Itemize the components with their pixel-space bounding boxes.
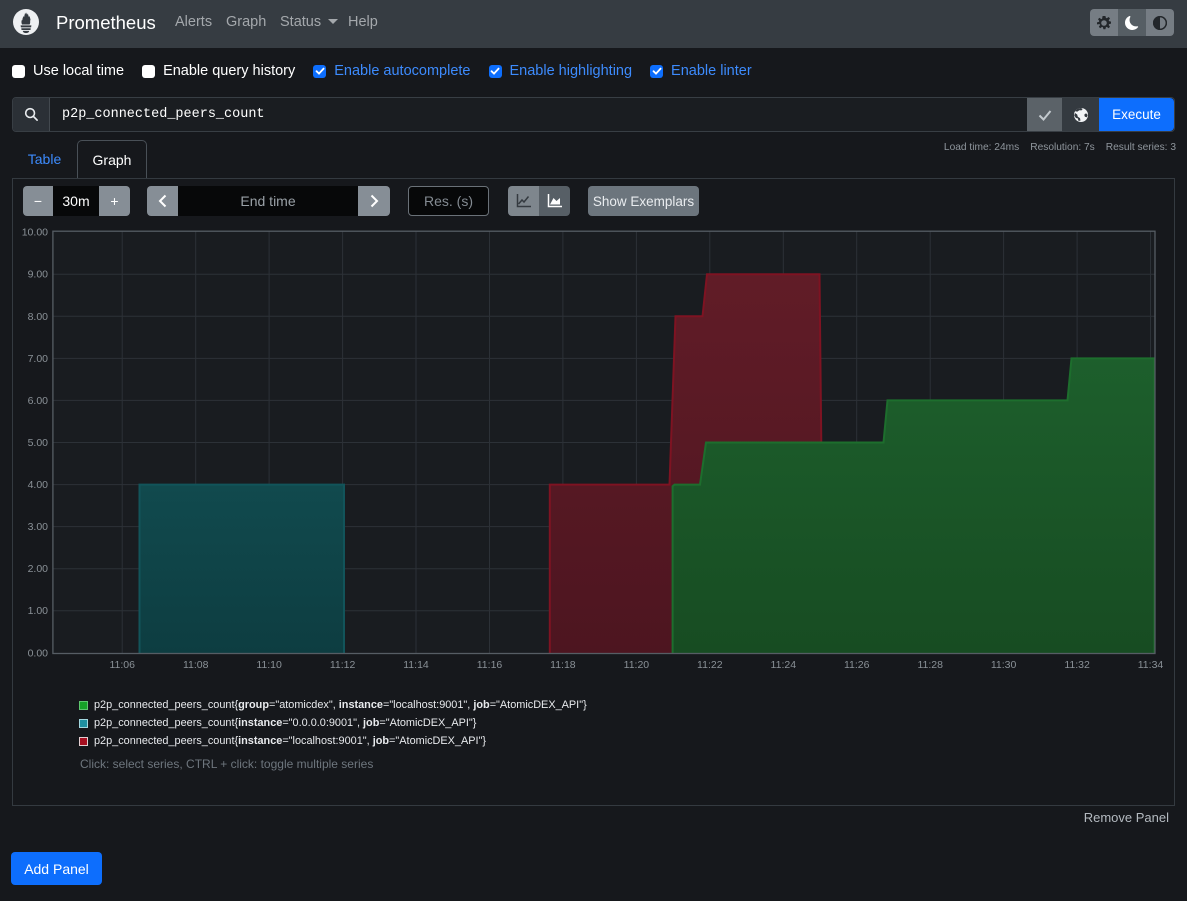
- svg-text:10.00: 10.00: [22, 227, 48, 239]
- svg-text:11:26: 11:26: [844, 659, 870, 671]
- svg-text:11:06: 11:06: [109, 659, 135, 671]
- svg-text:0.00: 0.00: [28, 647, 49, 659]
- svg-text:11:30: 11:30: [991, 659, 1017, 671]
- svg-text:11:16: 11:16: [477, 659, 503, 671]
- svg-text:11:34: 11:34: [1138, 659, 1164, 671]
- svg-text:6.00: 6.00: [28, 395, 49, 407]
- svg-text:11:32: 11:32: [1064, 659, 1090, 671]
- svg-text:9.00: 9.00: [28, 269, 49, 281]
- svg-text:11:22: 11:22: [697, 659, 723, 671]
- svg-text:5.00: 5.00: [28, 437, 49, 449]
- svg-text:11:20: 11:20: [624, 659, 650, 671]
- svg-text:11:18: 11:18: [550, 659, 576, 671]
- svg-text:11:28: 11:28: [917, 659, 943, 671]
- svg-text:1.00: 1.00: [28, 605, 49, 617]
- svg-text:11:12: 11:12: [330, 659, 356, 671]
- svg-text:8.00: 8.00: [28, 311, 49, 323]
- svg-text:4.00: 4.00: [28, 479, 49, 491]
- svg-text:11:10: 11:10: [256, 659, 282, 671]
- svg-text:3.00: 3.00: [28, 521, 49, 533]
- svg-text:2.00: 2.00: [28, 563, 49, 575]
- svg-text:11:24: 11:24: [771, 659, 797, 671]
- svg-text:11:14: 11:14: [403, 659, 429, 671]
- svg-text:7.00: 7.00: [28, 353, 49, 365]
- svg-text:11:08: 11:08: [183, 659, 209, 671]
